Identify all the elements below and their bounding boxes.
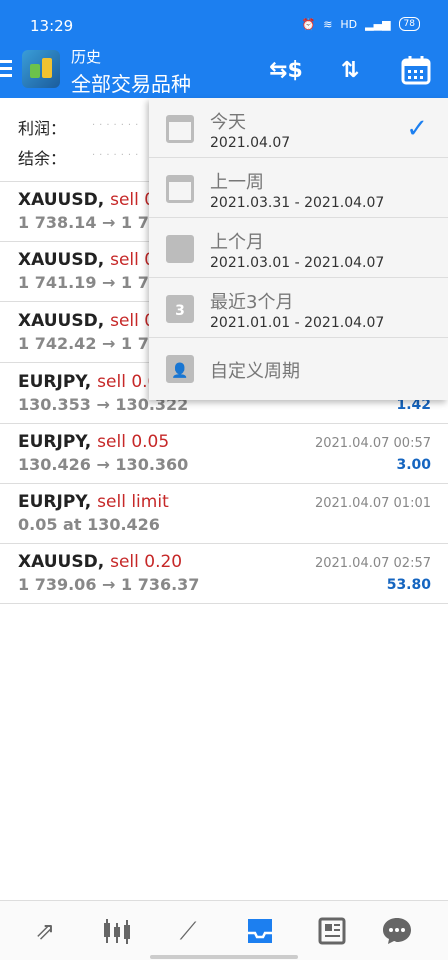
calendar-week-icon	[166, 175, 194, 203]
checkmark-icon: ✓	[406, 114, 428, 144]
profit-label: 利润：	[18, 119, 67, 138]
trade-row[interactable]: EURJPY, sell 0.05 130.426 → 130.360 2021…	[0, 424, 448, 484]
period-label: 最近3个月	[210, 292, 294, 313]
trade-prices: 130.426 → 130.360	[18, 455, 189, 474]
status-icons: ⏰ ≋ HD ▂▄▆ 78	[301, 17, 420, 31]
home-indicator[interactable]	[150, 955, 298, 959]
trade-symbol-line: EURJPY, sell 0.05	[18, 372, 169, 392]
period-range: 2021.01.01 - 2021.04.07	[210, 315, 385, 331]
trade-symbol-line: EURJPY, sell limit	[18, 492, 169, 512]
calendar-month-icon	[166, 235, 194, 263]
trade-time: 2021.04.07 02:57	[314, 556, 431, 571]
battery-icon: 78	[398, 17, 420, 31]
calendar-icon[interactable]	[398, 52, 434, 88]
period-option-last-month[interactable]: 上个月 2021.03.01 - 2021.04.07	[149, 218, 448, 278]
trade-prices: 0.05 at 130.426	[18, 515, 160, 534]
period-option-3-months[interactable]: 3 最近3个月 2021.01.01 - 2021.04.07	[149, 278, 448, 338]
currency-exchange-icon[interactable]: ⇆$	[268, 52, 304, 88]
signal-icon: ▂▄▆	[365, 17, 391, 31]
status-bar: 13:29 ⏰ ≋ HD ▂▄▆ 78	[0, 0, 448, 50]
period-dropdown: 今天 2021.04.07 ✓ 上一周 2021.03.31 - 2021.04…	[149, 98, 448, 400]
calendar-today-icon	[166, 115, 194, 143]
app-logo	[22, 50, 60, 88]
period-option-last-week[interactable]: 上一周 2021.03.31 - 2021.04.07	[149, 158, 448, 218]
balance-label: 结余：	[18, 149, 67, 168]
page-subtitle: 历史	[71, 48, 102, 66]
nav-chart-icon[interactable]	[97, 911, 137, 951]
trade-side: sell 0.05	[97, 432, 170, 452]
trade-symbol: XAUUSD,	[18, 552, 105, 572]
top-bar: 13:29 ⏰ ≋ HD ▂▄▆ 78 历史 全部交易品种 ⇆$ ⇅	[0, 0, 448, 98]
network-label: HD	[340, 17, 358, 31]
period-label: 上一周	[210, 172, 264, 193]
wifi-icon: ≋	[323, 17, 333, 31]
trade-symbol: EURJPY,	[18, 432, 92, 452]
trade-side: sell 0.20	[110, 552, 183, 572]
period-range: 2021.04.07	[210, 135, 291, 151]
period-option-today[interactable]: 今天 2021.04.07 ✓	[149, 98, 448, 158]
trade-time: 2021.04.07 00:57	[314, 436, 431, 451]
calendar-3-icon: 3	[166, 295, 194, 323]
page-title[interactable]: 全部交易品种	[71, 68, 191, 97]
nav-news-icon[interactable]	[312, 911, 352, 951]
trade-row[interactable]: XAUUSD, sell 0.20 1 739.06 → 1 736.37 20…	[0, 544, 448, 604]
calendar-custom-icon: 👤	[166, 355, 194, 383]
period-range: 2021.03.01 - 2021.04.07	[210, 255, 385, 271]
trade-symbol-line: EURJPY, sell 0.05	[18, 432, 169, 452]
nav-quotes-icon[interactable]: ⇗	[25, 911, 65, 951]
trade-profit: 3.00	[396, 457, 431, 473]
status-time: 13:29	[30, 17, 74, 35]
trade-profit: 53.80	[386, 577, 431, 593]
nav-chat-icon[interactable]	[377, 911, 417, 951]
period-label: 自定义周期	[210, 361, 300, 382]
trade-symbol: XAUUSD,	[18, 190, 105, 210]
trade-symbol: XAUUSD,	[18, 311, 105, 331]
nav-trade-icon[interactable]: ⟋	[168, 911, 208, 951]
trade-prices: 1 739.06 → 1 736.37	[18, 575, 200, 594]
alarm-icon: ⏰	[301, 17, 316, 31]
period-label: 今天	[210, 112, 246, 133]
trade-symbol: EURJPY,	[18, 492, 92, 512]
trade-symbol: XAUUSD,	[18, 250, 105, 270]
nav-history-icon[interactable]	[240, 911, 280, 951]
bottom-nav: ⇗ ⟋	[0, 900, 448, 960]
trade-row[interactable]: EURJPY, sell limit 0.05 at 130.426 2021.…	[0, 484, 448, 544]
trade-side: sell limit	[97, 492, 169, 512]
trade-symbol-line: XAUUSD, sell 0.20	[18, 552, 182, 572]
trade-symbol: EURJPY,	[18, 372, 92, 392]
menu-icon[interactable]	[0, 60, 12, 80]
period-label: 上个月	[210, 232, 264, 253]
period-option-custom[interactable]: 👤 自定义周期	[149, 338, 448, 398]
sort-icon[interactable]: ⇅	[332, 52, 368, 88]
period-range: 2021.03.31 - 2021.04.07	[210, 195, 385, 211]
app-bar: 历史 全部交易品种 ⇆$ ⇅	[0, 46, 448, 98]
balance-dots: ·······	[92, 150, 143, 161]
profit-dots: ·······	[92, 120, 143, 131]
trade-time: 2021.04.07 01:01	[314, 496, 431, 511]
